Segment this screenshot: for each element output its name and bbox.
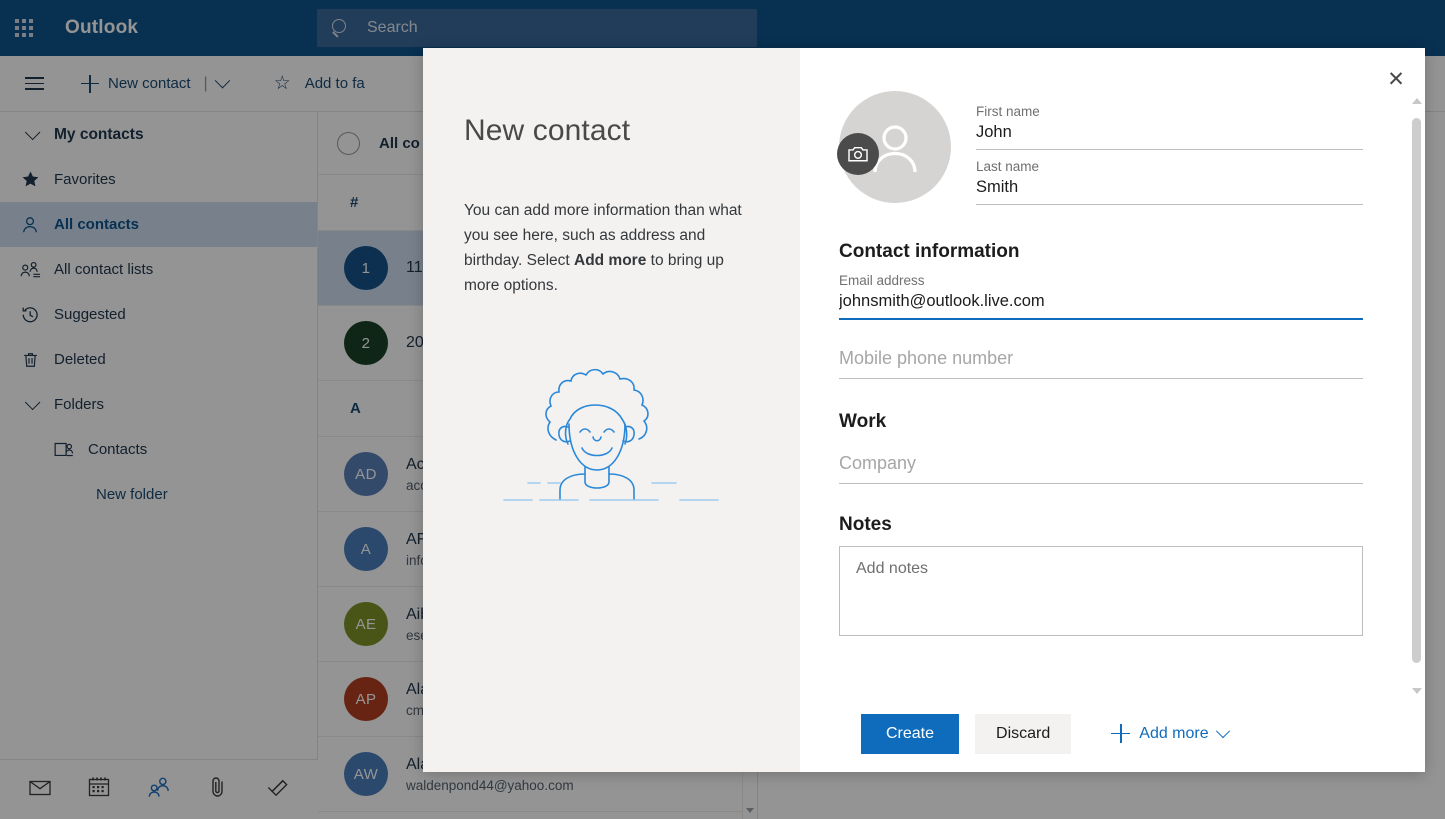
bottom-app-nav xyxy=(0,759,318,819)
notes-textarea[interactable] xyxy=(839,546,1363,636)
chevron-down-icon xyxy=(10,124,50,141)
sidebar-item-folders[interactable]: Folders xyxy=(0,382,317,427)
dialog-scrollbar[interactable] xyxy=(1408,96,1425,696)
person-icon xyxy=(10,215,50,235)
email-input[interactable] xyxy=(839,290,1363,320)
sidebar-item-suggested[interactable]: Suggested xyxy=(0,292,317,337)
sidebar-item-favorites[interactable]: Favorites xyxy=(0,157,317,202)
scrollbar-thumb[interactable] xyxy=(1412,118,1421,663)
mail-icon[interactable] xyxy=(27,774,53,805)
name-block: First name Last name xyxy=(837,91,1363,214)
last-name-field-group: Last name xyxy=(976,159,1363,205)
avatar: 1 xyxy=(344,246,388,290)
search-input[interactable]: Search xyxy=(317,9,757,47)
avatar: AD xyxy=(344,452,388,496)
work-heading: Work xyxy=(839,411,887,432)
first-name-label: First name xyxy=(976,104,1040,119)
outlook-contacts-app: Outlook Search New contact | ☆ Add to fa xyxy=(0,0,1445,819)
circle-unchecked-icon[interactable] xyxy=(337,131,360,155)
sidebar: My contacts Favorites All contacts All c… xyxy=(0,112,318,759)
command-separator: | xyxy=(203,74,208,92)
sidebar-item-deleted[interactable]: Deleted xyxy=(0,337,317,382)
files-icon[interactable] xyxy=(205,774,231,805)
star-icon xyxy=(10,170,50,189)
add-to-favorites-label: Add to fa xyxy=(304,75,365,92)
dialog-description: You can add more information than what y… xyxy=(464,198,749,298)
new-contact-label: New contact xyxy=(108,75,191,92)
sidebar-item-label: All contact lists xyxy=(54,261,154,278)
mobile-phone-input[interactable] xyxy=(839,346,1363,379)
sidebar-item-new-folder[interactable]: New folder xyxy=(0,472,317,517)
notes-heading: Notes xyxy=(839,514,892,535)
chevron-down-icon[interactable] xyxy=(214,72,230,89)
new-contact-dialog: New contact You can add more information… xyxy=(423,48,1425,772)
avatar: 2 xyxy=(344,321,388,365)
email-label: Email address xyxy=(839,273,925,288)
sidebar-item-label: New folder xyxy=(96,486,168,503)
dialog-info-panel: New contact You can add more information… xyxy=(423,48,800,772)
avatar: A xyxy=(344,527,388,571)
sidebar-item-label: Contacts xyxy=(88,441,148,458)
create-button[interactable]: Create xyxy=(861,713,960,754)
camera-icon[interactable] xyxy=(837,133,879,175)
name-fields: First name Last name xyxy=(976,91,1363,214)
contact-photo-picker[interactable] xyxy=(837,91,951,203)
sidebar-item-contacts-folder[interactable]: Contacts xyxy=(0,427,317,472)
first-name-input[interactable] xyxy=(976,121,1363,150)
new-contact-button[interactable]: New contact | xyxy=(81,72,230,93)
avatar: AP xyxy=(344,677,388,721)
sidebar-item-my-contacts[interactable]: My contacts xyxy=(0,112,317,157)
add-more-label: Add more xyxy=(1139,724,1209,742)
sidebar-item-label: Favorites xyxy=(54,171,116,188)
add-to-favorites-button[interactable]: ☆ Add to fa xyxy=(274,74,365,93)
people-list-icon xyxy=(10,260,50,280)
calendar-icon[interactable] xyxy=(86,774,112,805)
sidebar-item-all-contacts[interactable]: All contacts xyxy=(0,202,317,247)
last-name-label: Last name xyxy=(976,159,1040,174)
sidebar-item-label: Folders xyxy=(54,396,105,413)
contact-information-heading: Contact information xyxy=(839,241,1020,262)
dialog-title: New contact xyxy=(464,114,631,147)
dialog-form-panel: ✕ First name John Last name Smith Contac… xyxy=(800,48,1425,772)
trash-icon xyxy=(10,350,50,370)
sidebar-item-label: My contacts xyxy=(54,125,144,143)
sidebar-item-label: Deleted xyxy=(54,351,106,368)
select-all-label: All co xyxy=(379,134,420,152)
scroll-up-icon[interactable] xyxy=(1412,98,1422,104)
brand-title: Outlook xyxy=(65,17,139,38)
history-clock-icon xyxy=(10,305,50,325)
email-field-group: Email address xyxy=(839,273,1363,320)
description-bold: Add more xyxy=(574,252,647,269)
scroll-down-icon[interactable] xyxy=(746,808,754,813)
discard-button[interactable]: Discard xyxy=(975,713,1072,754)
contacts-folder-icon xyxy=(44,441,84,459)
last-name-input[interactable] xyxy=(976,176,1363,205)
dialog-form: First name Last name Contact information… xyxy=(800,48,1425,694)
person-illustration xyxy=(464,340,760,520)
first-name-field-group: First name xyxy=(976,104,1363,150)
sidebar-item-all-contact-lists[interactable]: All contact lists xyxy=(0,247,317,292)
add-more-button[interactable]: Add more xyxy=(1101,714,1237,754)
dialog-footer: Create Discard Add more xyxy=(800,694,1425,772)
search-placeholder: Search xyxy=(367,19,418,36)
star-add-icon: ☆ xyxy=(273,73,291,94)
hamburger-icon[interactable] xyxy=(10,77,58,90)
todo-icon[interactable] xyxy=(264,774,291,805)
scroll-down-icon[interactable] xyxy=(1412,688,1422,694)
people-icon[interactable] xyxy=(145,774,172,805)
search-icon xyxy=(331,18,351,38)
mobile-phone-field-group xyxy=(839,346,1363,379)
plus-icon xyxy=(81,74,99,93)
avatar: AW xyxy=(344,752,388,796)
avatar: AE xyxy=(344,602,388,646)
app-launcher-icon[interactable] xyxy=(0,0,48,56)
chevron-down-icon xyxy=(1215,723,1230,738)
company-field-group xyxy=(839,451,1363,484)
sidebar-item-label: Suggested xyxy=(54,306,126,323)
plus-icon xyxy=(1111,724,1131,743)
company-input[interactable] xyxy=(839,451,1363,484)
chevron-down-icon xyxy=(10,394,50,411)
contact-email: waldenpond44@yahoo.com xyxy=(406,777,574,793)
sidebar-item-label: All contacts xyxy=(54,216,140,233)
